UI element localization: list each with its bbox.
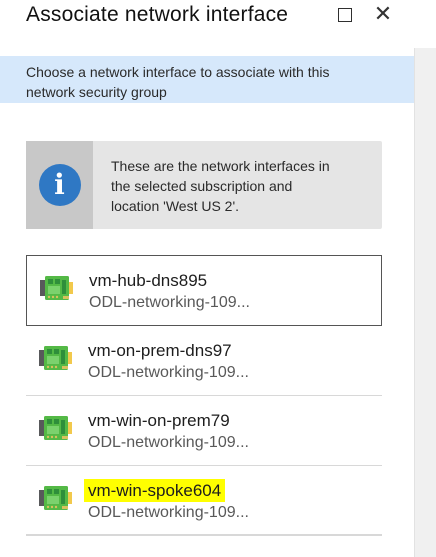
info-icon-panel: i: [26, 141, 93, 229]
maximize-icon: [338, 8, 352, 22]
info-box: i These are the network interfaces in th…: [26, 141, 382, 229]
blade-header: Associate network interface ✕: [26, 0, 414, 34]
network-interface-icon: [37, 272, 73, 304]
list-bottom-divider: [26, 534, 382, 535]
associate-network-interface-blade: Associate network interface ✕ Choose a n…: [0, 0, 414, 557]
network-interface-name: vm-win-spoke604: [84, 479, 226, 502]
network-interface-name: vm-win-on-prem79: [88, 411, 230, 430]
network-interface-resource-group: ODL-networking-109...: [88, 504, 249, 521]
blade-title: Associate network interface: [26, 3, 289, 26]
maximize-button[interactable]: [330, 0, 360, 30]
network-interface-resource-group: ODL-networking-109...: [88, 364, 249, 381]
description-banner: Choose a network interface to associate …: [0, 56, 414, 103]
description-line-2: network security group: [26, 84, 167, 100]
info-text: These are the network interfaces in the …: [111, 156, 371, 216]
network-interface-icon: [39, 486, 72, 510]
network-interface-icon: [36, 482, 72, 514]
info-line-1: These are the network interfaces in: [111, 158, 330, 174]
network-interface-icon: [36, 412, 72, 444]
info-icon: i: [38, 164, 81, 206]
info-line-2: the selected subscription and: [111, 178, 293, 194]
info-line-3: location 'West US 2'.: [111, 198, 240, 214]
network-interface-icon: [36, 342, 72, 374]
network-interface-item[interactable]: vm-hub-dns895 ODL-networking-109...: [26, 255, 382, 326]
description-line-1: Choose a network interface to associate …: [26, 64, 330, 80]
network-interface-name: vm-on-prem-dns97: [88, 341, 232, 360]
highlighted-network-interface-name: vm-win-spoke604: [84, 479, 226, 502]
network-interface-resource-group: ODL-networking-109...: [89, 294, 250, 311]
close-button[interactable]: ✕: [368, 0, 398, 30]
network-interface-resource-group: ODL-networking-109...: [88, 434, 249, 451]
network-interface-icon: [39, 416, 72, 440]
network-interface-item[interactable]: vm-win-spoke604 ODL-networking-109...: [26, 466, 382, 536]
network-interface-item[interactable]: vm-on-prem-dns97 ODL-networking-109...: [26, 326, 382, 396]
network-interface-icon: [39, 346, 72, 370]
close-icon: ✕: [373, 1, 393, 26]
network-interface-name: vm-hub-dns895: [89, 271, 208, 290]
network-interface-item[interactable]: vm-win-on-prem79 ODL-networking-109...: [26, 396, 382, 466]
blade-scroll-strip[interactable]: [414, 48, 436, 557]
network-interface-icon: [40, 276, 73, 300]
network-interface-list: vm-hub-dns895 ODL-networking-109... vm-o…: [26, 255, 382, 536]
